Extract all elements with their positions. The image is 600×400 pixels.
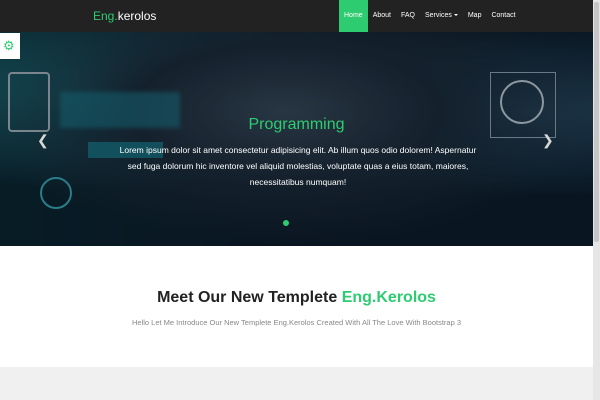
carousel-indicator[interactable] [283, 220, 289, 226]
next-section [0, 367, 593, 400]
chevron-right-icon[interactable]: ❯ [542, 132, 554, 149]
nav-item-map[interactable]: Map [463, 0, 487, 32]
scrollbar-thumb[interactable] [594, 2, 599, 242]
section-title: Meet Our New Templete Eng.Kerolos [157, 289, 436, 306]
section-subtitle: Hello Let Me Introduce Our New Templete … [131, 318, 462, 327]
nav-item-faq[interactable]: FAQ [396, 0, 420, 32]
brand-logo[interactable]: Eng.kerolos [93, 9, 156, 23]
gear-icon: ⚙ [3, 38, 15, 53]
hero-overlay [0, 32, 593, 246]
slide-title: Programming [248, 116, 345, 133]
nav-item-contact[interactable]: Contact [486, 0, 520, 32]
navbar: Eng.kerolos Home About FAQ Services Map … [0, 0, 593, 32]
nav-menu: Home About FAQ Services Map Contact [339, 0, 521, 32]
hero-carousel: ❮ ❯ Programming Lorem ipsum dolor sit am… [0, 32, 593, 246]
services-label: Services [425, 12, 452, 19]
slide-caption: Lorem ipsum dolor sit amet consectetur a… [119, 145, 477, 187]
chevron-left-icon[interactable]: ❮ [37, 132, 49, 149]
nav-item-about[interactable]: About [368, 0, 396, 32]
settings-button[interactable]: ⚙ [0, 33, 20, 59]
nav-item-home[interactable]: Home [339, 0, 368, 32]
nav-item-services[interactable]: Services [420, 0, 463, 32]
caret-down-icon [453, 14, 458, 17]
